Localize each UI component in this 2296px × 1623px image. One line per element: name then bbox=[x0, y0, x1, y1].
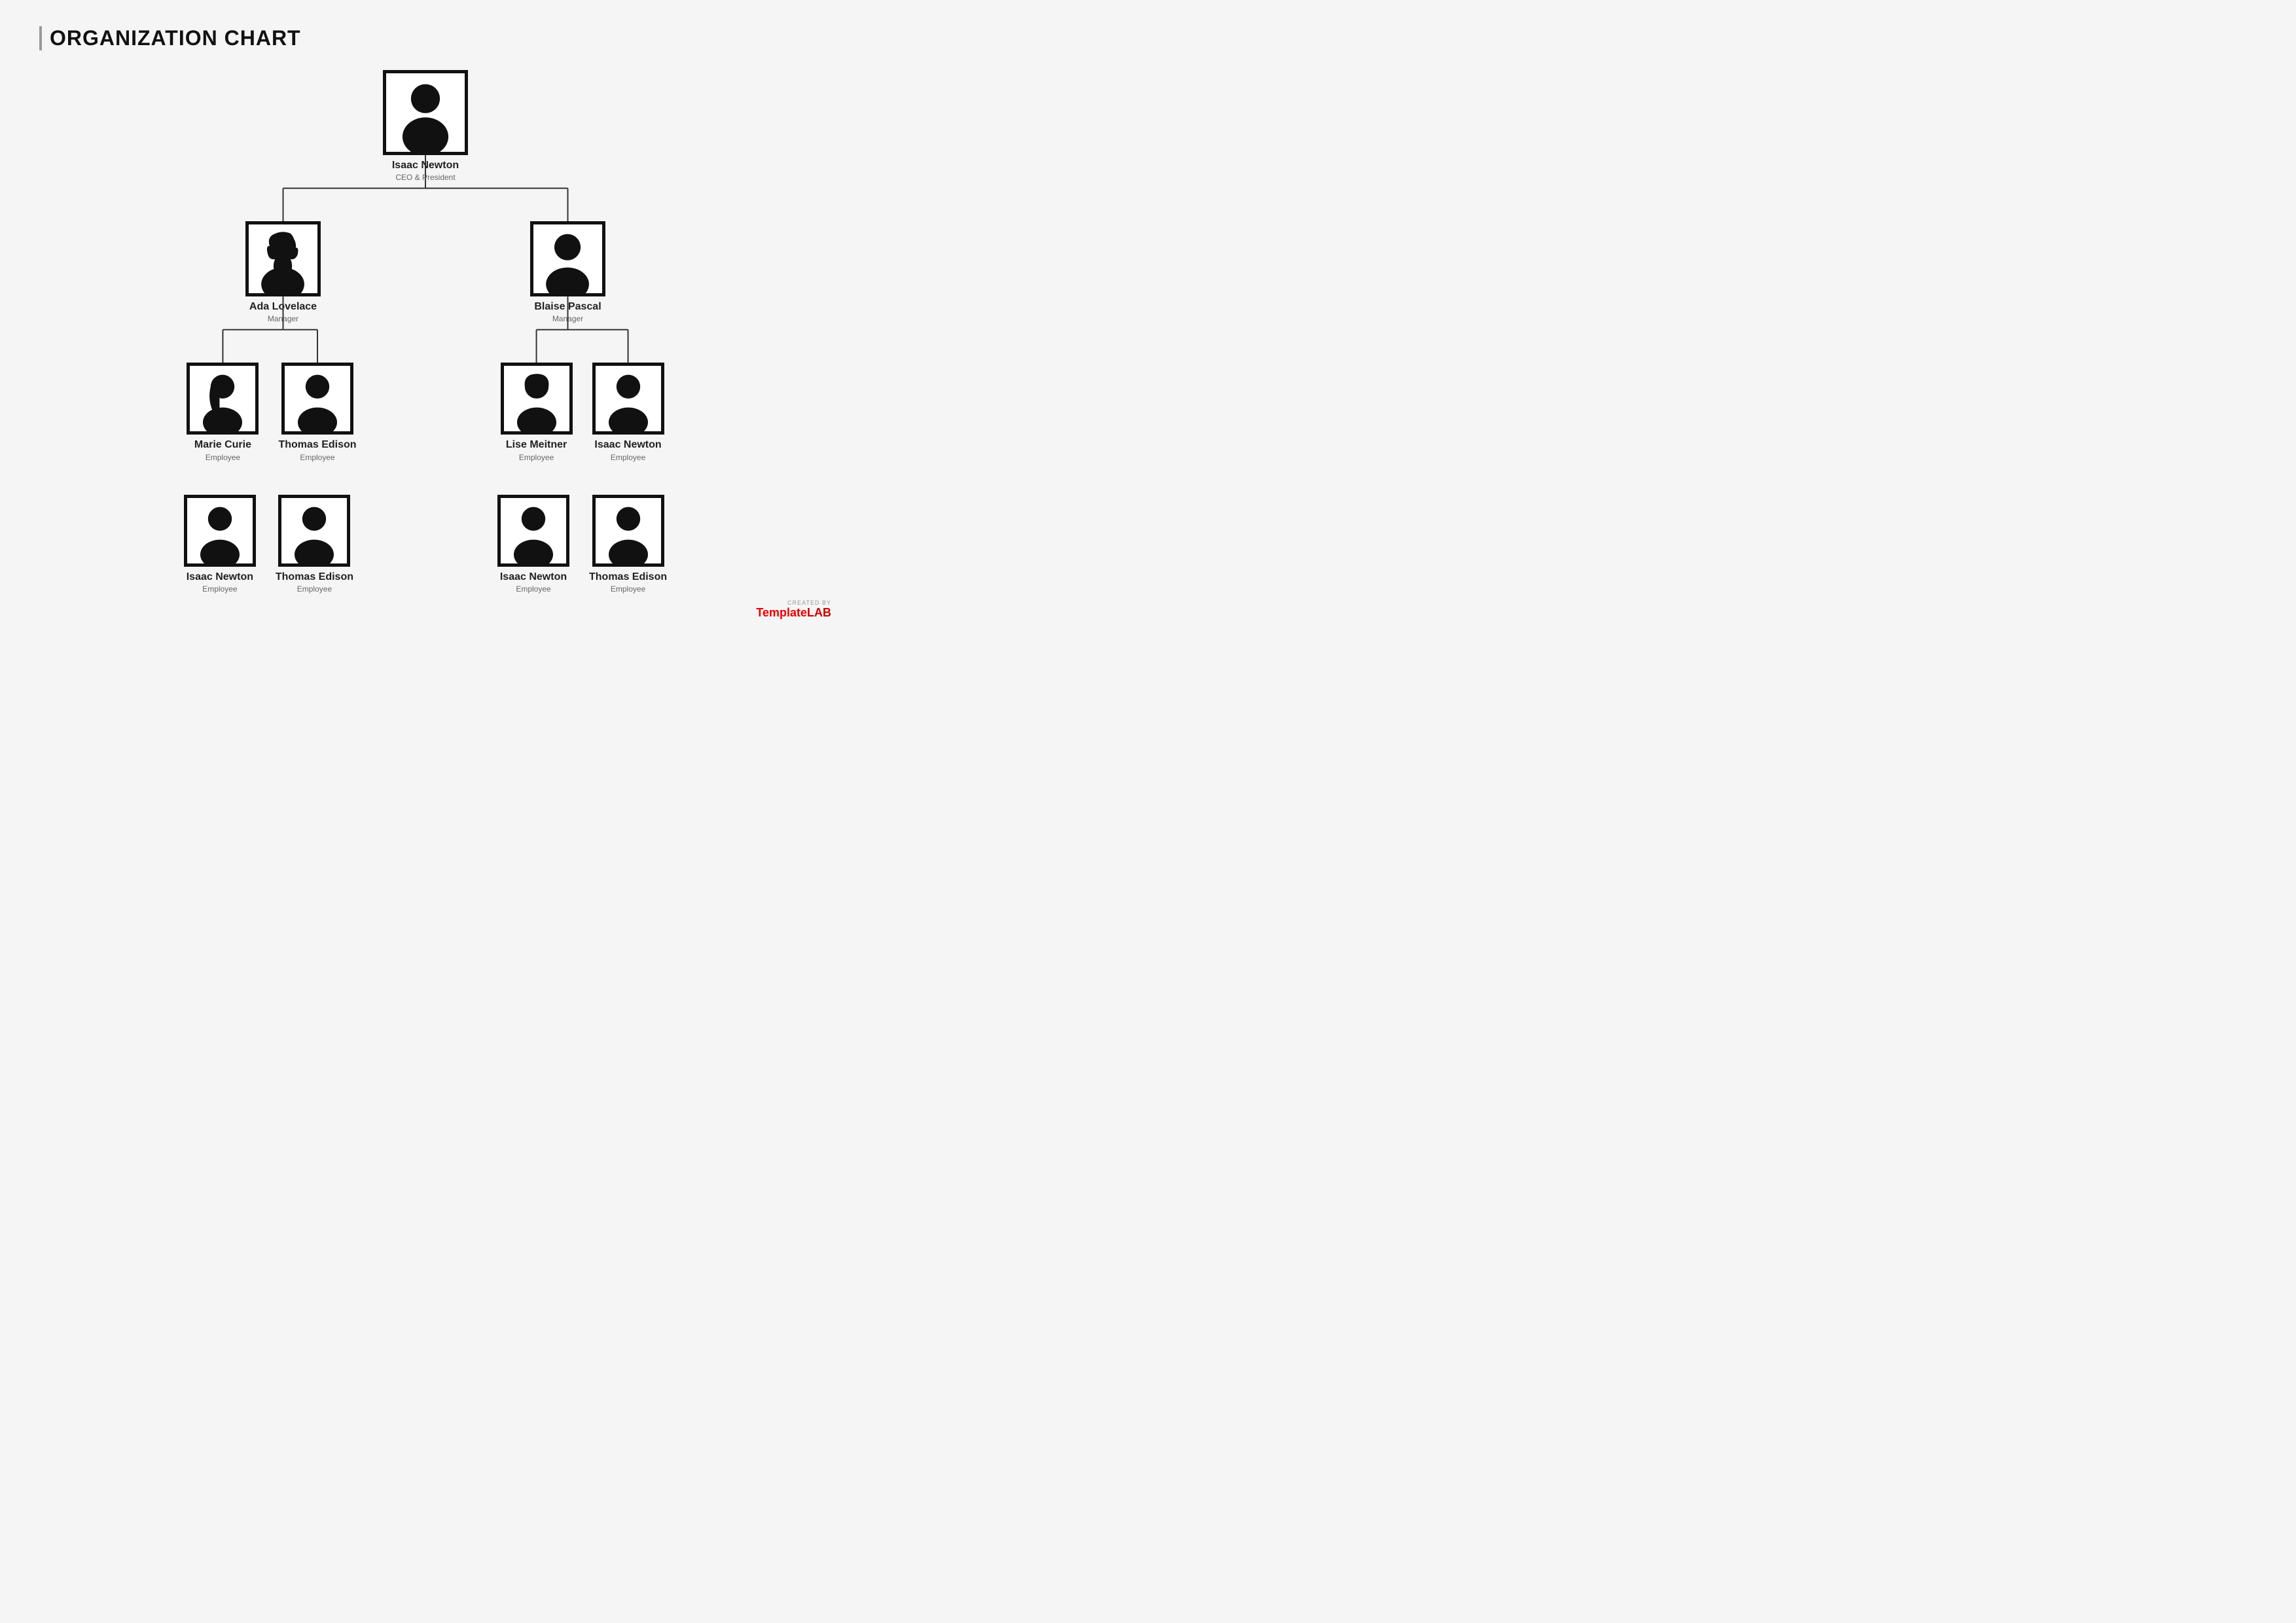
emp-thomas2-photo bbox=[278, 495, 350, 567]
emp-thomas2-title: Employee bbox=[297, 584, 332, 594]
emp-isaac3-name: Isaac Newton bbox=[500, 571, 567, 583]
watermark-brand-accent: LAB bbox=[807, 606, 831, 619]
emp-isaac1-name: Isaac Newton bbox=[594, 438, 661, 451]
manager-left-photo bbox=[245, 221, 321, 296]
node-emp-marie[interactable]: Marie Curie Employee bbox=[187, 363, 259, 461]
emp-marie-title: Employee bbox=[206, 453, 240, 462]
node-manager-right[interactable]: Blaise Pascal Manager bbox=[530, 221, 605, 323]
node-emp-isaac3[interactable]: Isaac Newton Employee bbox=[497, 495, 569, 594]
emp-lise-name: Lise Meitner bbox=[506, 438, 567, 451]
node-emp-isaac2[interactable]: Isaac Newton Employee bbox=[184, 495, 256, 594]
org-chart: Isaac Newton CEO & President Ada Lovelac… bbox=[39, 70, 812, 594]
ceo-photo bbox=[383, 70, 468, 155]
watermark-brand: TemplateLAB bbox=[756, 606, 831, 620]
emp-marie-photo bbox=[187, 363, 259, 435]
node-emp-lise[interactable]: Lise Meitner Employee bbox=[501, 363, 573, 461]
emp-thomas2-name: Thomas Edison bbox=[276, 571, 353, 583]
emp-thomas1-title: Employee bbox=[300, 453, 334, 462]
emp-thomas3-title: Employee bbox=[611, 584, 645, 594]
emp-marie-name: Marie Curie bbox=[194, 438, 251, 451]
emp-isaac2-photo bbox=[184, 495, 256, 567]
page-title: ORGANIZATION CHART bbox=[39, 26, 812, 50]
emp-isaac3-photo bbox=[497, 495, 569, 567]
emp-isaac2-title: Employee bbox=[202, 584, 237, 594]
emp-thomas3-photo bbox=[592, 495, 664, 567]
emp-lise-title: Employee bbox=[519, 453, 554, 462]
node-emp-thomas1[interactable]: Thomas Edison Employee bbox=[278, 363, 356, 461]
watermark: CREATED BY TemplateLAB bbox=[756, 599, 831, 620]
emp-lise-photo bbox=[501, 363, 573, 435]
node-ceo[interactable]: Isaac Newton CEO & President bbox=[383, 70, 468, 182]
watermark-created: CREATED BY bbox=[787, 599, 831, 606]
manager-right-name: Blaise Pascal bbox=[534, 300, 601, 313]
ceo-name: Isaac Newton bbox=[392, 159, 459, 171]
manager-left-name: Ada Lovelace bbox=[249, 300, 317, 313]
ceo-title: CEO & President bbox=[395, 173, 455, 182]
emp-isaac1-photo bbox=[592, 363, 664, 435]
emp-thomas3-name: Thomas Edison bbox=[589, 571, 667, 583]
node-emp-thomas3[interactable]: Thomas Edison Employee bbox=[589, 495, 667, 594]
node-emp-thomas2[interactable]: Thomas Edison Employee bbox=[276, 495, 353, 594]
node-manager-left[interactable]: Ada Lovelace Manager bbox=[245, 221, 321, 323]
manager-left-title: Manager bbox=[268, 314, 298, 323]
emp-isaac1-title: Employee bbox=[611, 453, 645, 462]
emp-thomas1-name: Thomas Edison bbox=[278, 438, 356, 451]
manager-right-title: Manager bbox=[552, 314, 583, 323]
emp-isaac3-title: Employee bbox=[516, 584, 550, 594]
manager-right-photo bbox=[530, 221, 605, 296]
emp-thomas1-photo bbox=[281, 363, 353, 435]
node-emp-isaac1[interactable]: Isaac Newton Employee bbox=[592, 363, 664, 461]
emp-isaac2-name: Isaac Newton bbox=[187, 571, 253, 583]
watermark-brand-plain: Template bbox=[756, 606, 807, 619]
